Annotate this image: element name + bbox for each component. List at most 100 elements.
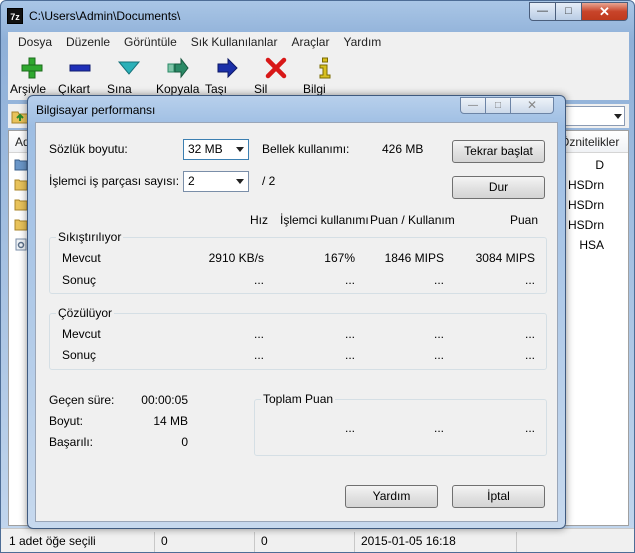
threads-value: 2 xyxy=(188,174,195,188)
menu-dosya[interactable]: Dosya xyxy=(11,35,59,49)
chevron-down-icon[interactable] xyxy=(614,114,622,119)
threads-label: İşlemci iş parçası sayısı: xyxy=(49,174,180,188)
decompress-group: Çözülüyor Mevcut ... ... ... ... Sonuç .… xyxy=(49,306,547,370)
move-label: Taşı xyxy=(205,82,228,96)
passes-value: 0 xyxy=(181,435,188,449)
total-rating-group: Toplam Puan ... ... ... xyxy=(254,392,547,456)
threads-select[interactable]: 2 xyxy=(183,171,249,192)
move-arrow-icon xyxy=(217,57,238,79)
column-rating-usage-header: Puan / Kullanım xyxy=(370,213,455,227)
test-button[interactable]: Sına xyxy=(107,56,151,96)
settings-file-icon xyxy=(15,238,27,251)
info-button[interactable]: Bilgi xyxy=(303,56,347,96)
status-packed-size: 0 xyxy=(257,532,355,552)
folder-icon xyxy=(14,179,28,191)
plus-icon xyxy=(21,57,43,79)
menu-sik-kullanilanlar[interactable]: Sık Kullanılanlar xyxy=(184,35,285,49)
menu-duzenle[interactable]: Düzenle xyxy=(59,35,117,49)
app-icon: 7z xyxy=(7,8,23,24)
compress-group: Sıkıştırılıyor Mevcut 2910 KB/s 167% 184… xyxy=(49,230,547,294)
column-speed-header: Hız xyxy=(250,213,268,227)
window-title: C:\Users\Admin\Documents\ xyxy=(29,9,181,23)
delete-button[interactable]: Sil xyxy=(254,56,298,96)
compress-result-cpu: ... xyxy=(344,273,355,287)
decompress-current-label: Mevcut xyxy=(62,327,101,341)
extract-button[interactable]: Çıkart xyxy=(58,56,102,96)
delete-label: Sil xyxy=(254,82,268,96)
dialog-title: Bilgisayar performansı xyxy=(36,103,156,117)
folder-icon xyxy=(14,199,28,211)
info-label: Bilgi xyxy=(303,82,326,96)
compress-current-cpu: 167% xyxy=(324,251,355,265)
extract-label: Çıkart xyxy=(58,82,91,96)
menu-bar: Dosya Düzenle Görüntüle Sık Kullanılanla… xyxy=(8,32,629,52)
copy-label: Kopyala xyxy=(156,82,200,96)
restart-button[interactable]: Tekrar başlat xyxy=(452,140,545,163)
menu-araclar[interactable]: Araçlar xyxy=(284,35,336,49)
stop-button[interactable]: Dur xyxy=(452,176,545,199)
attributes-cell: HSDrn xyxy=(567,218,604,232)
title-bar[interactable]: 7z C:\Users\Admin\Documents\ — □ ✕ xyxy=(1,1,634,31)
column-cpu-header: İşlemci kullanımı xyxy=(280,213,369,227)
archive-label: Arşivle xyxy=(10,82,47,96)
dialog-maximize-button[interactable]: □ xyxy=(485,97,511,114)
compress-current-rating: 3084 MIPS xyxy=(475,251,535,265)
menu-goruntule[interactable]: Görüntüle xyxy=(117,35,184,49)
folder-blue-icon xyxy=(14,159,28,171)
dialog-close-button[interactable]: ✕ xyxy=(510,97,554,114)
test-label: Sına xyxy=(107,82,132,96)
copy-button[interactable]: Kopyala xyxy=(156,56,200,96)
decompress-group-title: Çözülüyor xyxy=(56,306,115,320)
total-rating-title: Toplam Puan xyxy=(261,392,336,406)
move-button[interactable]: Taşı xyxy=(205,56,249,96)
archive-button[interactable]: Arşivle xyxy=(10,56,54,96)
copy-arrow-icon xyxy=(167,57,189,79)
total-rating-rating: ... xyxy=(524,421,535,435)
column-attributes-header[interactable]: Öznitelikler xyxy=(560,135,619,149)
benchmark-dialog: Bilgisayar performansı — □ ✕ Sözlük boyu… xyxy=(27,95,566,529)
total-rating-cpu: ... xyxy=(344,421,355,435)
folder-icon xyxy=(14,219,28,231)
memory-usage-value: 426 MB xyxy=(382,142,424,156)
minus-icon xyxy=(69,64,91,72)
cancel-button[interactable]: İptal xyxy=(452,485,545,508)
toolbar: Arşivle Çıkart Sına Kopyala Taşı Sil Bil… xyxy=(8,52,629,100)
status-size: 0 xyxy=(157,532,255,552)
attributes-cell: HSA xyxy=(579,238,604,252)
decompress-current-speed: ... xyxy=(253,327,264,341)
maximize-button[interactable]: □ xyxy=(555,2,582,21)
minimize-button[interactable]: — xyxy=(529,2,556,21)
attributes-cell: HSDrn xyxy=(567,178,604,192)
chevron-down-icon xyxy=(236,179,244,184)
help-button[interactable]: Yardım xyxy=(345,485,438,508)
status-bar: 1 adet öğe seçili 0 0 2015-01-05 16:18 xyxy=(1,528,634,552)
compress-result-label: Sonuç xyxy=(62,273,97,287)
attributes-cell: D xyxy=(595,158,604,172)
column-rating-header: Puan xyxy=(510,213,539,227)
total-rating-rating-usage: ... xyxy=(433,421,444,435)
decompress-result-speed: ... xyxy=(253,348,264,362)
dictionary-size-value: 32 MB xyxy=(188,142,223,156)
close-button[interactable]: ✕ xyxy=(581,2,628,21)
chevron-down-icon xyxy=(236,147,244,152)
status-date: 2015-01-05 16:18 xyxy=(357,532,517,552)
check-icon xyxy=(117,61,141,75)
compress-current-speed: 2910 KB/s xyxy=(208,251,264,265)
status-selection: 1 adet öğe seçili xyxy=(5,532,155,552)
compress-group-title: Sıkıştırılıyor xyxy=(56,230,124,244)
compress-current-label: Mevcut xyxy=(62,251,101,265)
elapsed-value: 00:00:05 xyxy=(141,393,188,407)
elapsed-label: Geçen süre: xyxy=(49,393,115,407)
decompress-result-cpu: ... xyxy=(344,348,355,362)
delete-x-icon xyxy=(265,57,287,79)
attributes-cell: HSDrn xyxy=(567,198,604,212)
decompress-result-label: Sonuç xyxy=(62,348,97,362)
dialog-body: Sözlük boyutu: 32 MB Bellek kullanımı: 4… xyxy=(35,122,558,522)
menu-yardim[interactable]: Yardım xyxy=(336,35,388,49)
compress-current-rating-usage: 1846 MIPS xyxy=(384,251,444,265)
decompress-current-cpu: ... xyxy=(344,327,355,341)
dictionary-size-select[interactable]: 32 MB xyxy=(183,139,249,160)
passes-label: Başarılı: xyxy=(49,435,94,449)
dialog-minimize-button[interactable]: — xyxy=(460,97,486,114)
decompress-result-rating-usage: ... xyxy=(433,348,444,362)
